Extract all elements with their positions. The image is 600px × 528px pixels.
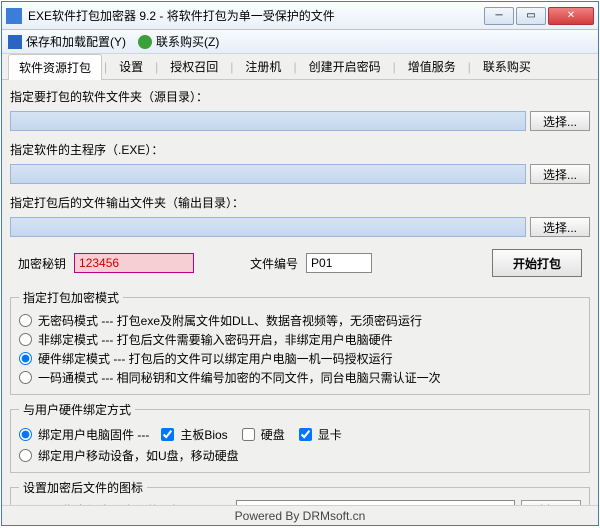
tab-settings[interactable]: 设置 xyxy=(109,54,153,79)
bind-opt-label: 绑定用户移动设备，如U盘，移动硬盘 xyxy=(38,447,239,464)
menubar: 保存和加载配置(Y) 联系购买(Z) xyxy=(2,30,598,54)
minimize-button[interactable]: ─ xyxy=(484,7,514,25)
bind-radio-removable[interactable] xyxy=(19,449,32,462)
start-pack-button[interactable]: 开始打包 xyxy=(492,249,582,277)
maximize-button[interactable]: ▭ xyxy=(516,7,546,25)
src-path-input[interactable] xyxy=(10,111,526,131)
src-label: 指定要打包的软件文件夹（源目录）： xyxy=(10,88,590,105)
mode-radio-unbound[interactable] xyxy=(19,333,32,346)
menu-save-config[interactable]: 保存和加载配置(Y) xyxy=(8,33,126,50)
exe-label: 指定软件的主程序（.EXE）： xyxy=(10,141,590,158)
icon-legend: 设置加密后文件的图标 xyxy=(19,479,147,496)
menu-contact[interactable]: 联系购买(Z) xyxy=(138,33,219,50)
tabstrip: 软件资源打包| 设置| 授权召回| 注册机| 创建开启密码| 增值服务| 联系购… xyxy=(2,54,598,80)
bind-cb-gpu[interactable] xyxy=(299,428,312,441)
tab-buy[interactable]: 联系购买 xyxy=(473,54,541,79)
link-icon xyxy=(138,35,152,49)
cb-label: 硬盘 xyxy=(261,426,285,443)
key-input[interactable] xyxy=(74,253,194,273)
out-path-input[interactable] xyxy=(10,217,526,237)
fileno-input[interactable] xyxy=(306,253,372,273)
bind-legend: 与用户硬件绑定方式 xyxy=(19,401,135,418)
bind-radio-firmware[interactable] xyxy=(19,428,32,441)
cb-label: 主板Bios xyxy=(180,426,227,443)
mode-opt-label: 无密码模式 --- 打包exe及附属文件如DLL、数据音视频等，无须密码运行 xyxy=(38,312,422,329)
tab-recall[interactable]: 授权召回 xyxy=(160,54,228,79)
cb-label: 显卡 xyxy=(318,426,342,443)
key-label: 加密秘钥 xyxy=(18,255,66,272)
close-button[interactable]: ✕ xyxy=(548,7,594,25)
exe-browse-button[interactable]: 选择... xyxy=(530,164,590,184)
tab-vas[interactable]: 增值服务 xyxy=(398,54,466,79)
save-icon xyxy=(8,35,22,49)
mode-group: 指定打包加密模式 无密码模式 --- 打包exe及附属文件如DLL、数据音视频等… xyxy=(10,289,590,395)
out-label: 指定打包后的文件输出文件夹（输出目录）： xyxy=(10,194,590,211)
mode-radio-nopass[interactable] xyxy=(19,314,32,327)
window-title: EXE软件打包加密器 9.2 - 将软件打包为单一受保护的文件 xyxy=(28,7,484,24)
mode-opt-label: 硬件绑定模式 --- 打包后的文件可以绑定用户电脑一机一码授权运行 xyxy=(38,350,393,367)
menu-label: 联系购买(Z) xyxy=(156,33,219,50)
tab-password[interactable]: 创建开启密码 xyxy=(299,54,391,79)
out-browse-button[interactable]: 选择... xyxy=(530,217,590,237)
fileno-label: 文件编号 xyxy=(250,255,298,272)
mode-radio-hwbind[interactable] xyxy=(19,352,32,365)
titlebar: EXE软件打包加密器 9.2 - 将软件打包为单一受保护的文件 ─ ▭ ✕ xyxy=(2,2,598,30)
exe-path-input[interactable] xyxy=(10,164,526,184)
mode-opt-label: 一码通模式 --- 相同秘钥和文件编号加密的不同文件，同台电脑只需认证一次 xyxy=(38,369,441,386)
mode-radio-onecode[interactable] xyxy=(19,371,32,384)
bind-opt-label: 绑定用户电脑固件 --- xyxy=(38,426,149,443)
footer: Powered By DRMsoft.cn xyxy=(2,505,598,525)
src-browse-button[interactable]: 选择... xyxy=(530,111,590,131)
bind-cb-disk[interactable] xyxy=(242,428,255,441)
mode-legend: 指定打包加密模式 xyxy=(19,289,123,306)
icon-group: 设置加密后文件的图标 🔑 指定加密后文件的图标（*.ico） 选择... 使用默… xyxy=(10,479,590,505)
tab-keygen[interactable]: 注册机 xyxy=(235,54,291,79)
bind-group: 与用户硬件绑定方式 绑定用户电脑固件 --- 主板Bios 硬盘 显卡 绑定用户… xyxy=(10,401,590,473)
tab-package[interactable]: 软件资源打包 xyxy=(8,54,102,81)
bind-cb-bios[interactable] xyxy=(161,428,174,441)
app-icon xyxy=(6,8,22,24)
menu-label: 保存和加载配置(Y) xyxy=(26,33,126,50)
mode-opt-label: 非绑定模式 --- 打包后文件需要输入密码开启，非绑定用户电脑硬件 xyxy=(38,331,393,348)
